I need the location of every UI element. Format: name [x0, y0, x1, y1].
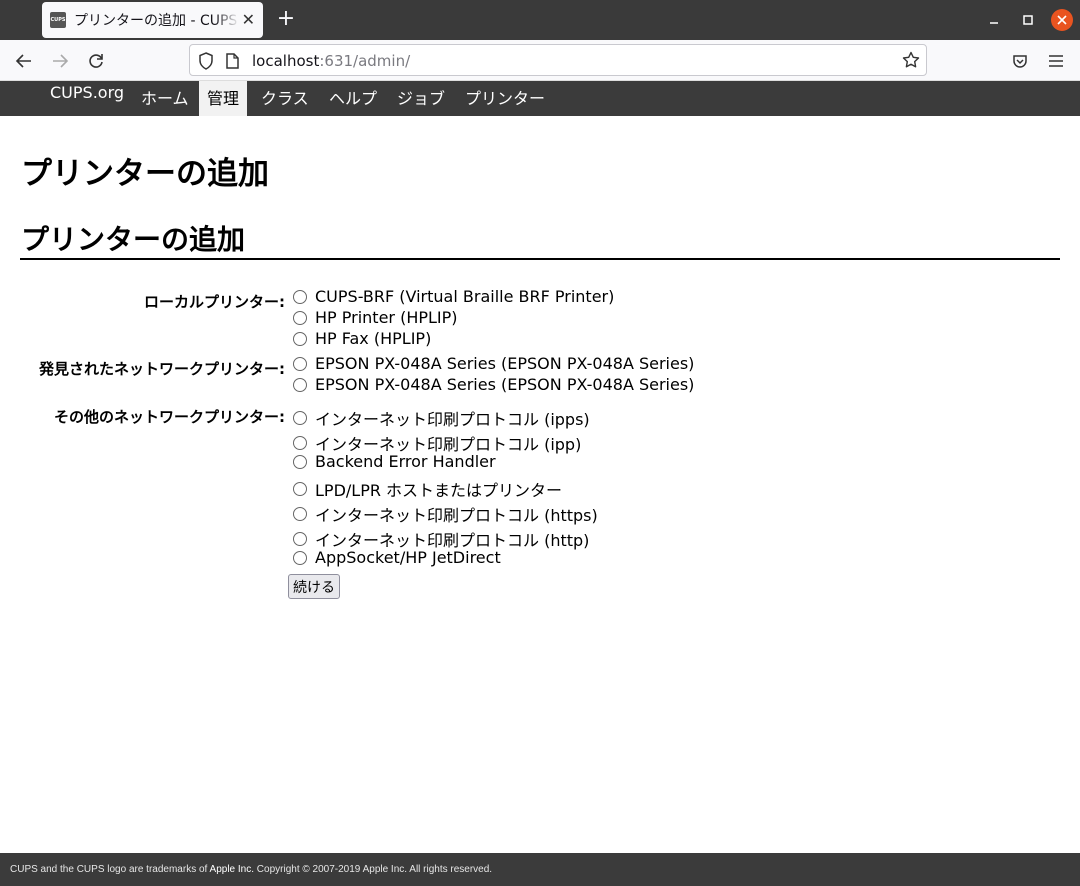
- printer-option[interactable]: EPSON PX-048A Series (EPSON PX-048A Seri…: [293, 354, 694, 373]
- printer-option[interactable]: CUPS-BRF (Virtual Braille BRF Printer): [293, 287, 614, 306]
- radio-button[interactable]: [293, 377, 307, 392]
- other-printers-label: その他のネットワークプリンター:: [53, 408, 285, 426]
- option-label: EPSON PX-048A Series (EPSON PX-048A Seri…: [315, 375, 695, 394]
- printer-option[interactable]: AppSocket/HP JetDirect: [293, 548, 501, 567]
- url-text: localhost:631/admin/: [252, 52, 410, 70]
- url-bar[interactable]: localhost:631/admin/: [189, 44, 927, 76]
- tab-close-icon[interactable]: ✕: [242, 12, 255, 28]
- option-label: インターネット印刷プロトコル (ipps): [315, 410, 590, 429]
- forward-arrow-icon[interactable]: [47, 48, 73, 74]
- printer-option[interactable]: HP Fax (HPLIP): [293, 329, 431, 348]
- cups-favicon-icon: CUPS: [50, 12, 66, 28]
- footer-text: CUPS and the CUPS logo are trademarks of: [10, 864, 210, 875]
- bookmark-star-icon[interactable]: [902, 51, 920, 73]
- tab-strip: CUPS プリンターの追加 - CUPS 2.3.1 ✕ +: [0, 0, 1080, 40]
- footer-copyright: Copyright © 2007-2019 Apple Inc. All rig…: [254, 864, 493, 875]
- pocket-icon[interactable]: [1007, 48, 1033, 74]
- page-title: プリンターの追加: [21, 156, 269, 192]
- radio-button[interactable]: [293, 411, 307, 425]
- radio-button[interactable]: [293, 507, 307, 521]
- nav-item-classes[interactable]: クラス: [253, 81, 317, 116]
- url-path: :631/admin/: [319, 52, 411, 70]
- nav-brand-link[interactable]: CUPS.org: [42, 75, 132, 110]
- nav-item-jobs[interactable]: ジョブ: [389, 81, 453, 116]
- radio-button[interactable]: [293, 289, 307, 304]
- option-label: CUPS-BRF (Virtual Braille BRF Printer): [315, 287, 615, 306]
- shield-icon[interactable]: [198, 52, 214, 74]
- section-divider: [20, 258, 1060, 260]
- option-label: AppSocket/HP JetDirect: [315, 548, 501, 567]
- section-title: プリンターの追加: [21, 223, 246, 256]
- printer-option[interactable]: LPD/LPR ホストまたはプリンター: [293, 477, 562, 501]
- radio-button[interactable]: [293, 356, 307, 371]
- back-arrow-icon[interactable]: [11, 48, 37, 74]
- cups-nav-bar: CUPS.org ホーム 管理 クラス ヘルプ ジョブ プリンター: [0, 81, 1080, 116]
- minimize-icon[interactable]: [983, 9, 1005, 31]
- radio-button[interactable]: [293, 532, 307, 546]
- tab-title: プリンターの追加 - CUPS 2.3.1: [74, 13, 239, 29]
- browser-toolbar: localhost:631/admin/: [0, 40, 1080, 81]
- radio-button[interactable]: [293, 454, 307, 469]
- maximize-icon[interactable]: [1017, 9, 1039, 31]
- radio-button[interactable]: [293, 436, 307, 450]
- printer-option[interactable]: Backend Error Handler: [293, 452, 496, 471]
- option-label: インターネット印刷プロトコル (https): [315, 506, 598, 525]
- page-icon[interactable]: [226, 53, 239, 73]
- radio-button[interactable]: [293, 310, 307, 325]
- local-printers-label: ローカルプリンター:: [144, 293, 285, 311]
- window-close-icon[interactable]: [1051, 9, 1073, 31]
- page-footer: CUPS and the CUPS logo are trademarks of…: [0, 853, 1080, 886]
- option-label: HP Fax (HPLIP): [315, 329, 432, 348]
- option-label: LPD/LPR ホストまたはプリンター: [315, 481, 563, 500]
- option-label: HP Printer (HPLIP): [315, 308, 458, 327]
- nav-item-help[interactable]: ヘルプ: [321, 81, 385, 116]
- option-label: Backend Error Handler: [315, 452, 496, 471]
- printer-option[interactable]: EPSON PX-048A Series (EPSON PX-048A Seri…: [293, 375, 694, 394]
- url-host: localhost: [252, 52, 320, 70]
- new-tab-icon[interactable]: +: [275, 8, 297, 30]
- nav-item-home[interactable]: ホーム: [133, 81, 197, 116]
- printer-option[interactable]: インターネット印刷プロトコル (ipps): [293, 406, 590, 430]
- radio-button[interactable]: [293, 482, 307, 496]
- radio-button[interactable]: [293, 331, 307, 346]
- radio-button[interactable]: [293, 550, 307, 565]
- nav-item-admin[interactable]: 管理: [199, 81, 248, 116]
- continue-button[interactable]: 続ける: [288, 574, 340, 599]
- browser-tab[interactable]: CUPS プリンターの追加 - CUPS 2.3.1 ✕: [42, 2, 263, 38]
- menu-hamburger-icon[interactable]: [1043, 48, 1069, 74]
- printer-option[interactable]: インターネット印刷プロトコル (https): [293, 502, 598, 526]
- discovered-printers-label: 発見されたネットワークプリンター:: [38, 360, 285, 378]
- option-label: EPSON PX-048A Series (EPSON PX-048A Seri…: [315, 354, 695, 373]
- reload-icon[interactable]: [83, 48, 109, 74]
- printer-option[interactable]: HP Printer (HPLIP): [293, 308, 458, 327]
- nav-item-printers[interactable]: プリンター: [457, 81, 553, 116]
- apple-link[interactable]: Apple Inc.: [210, 864, 254, 875]
